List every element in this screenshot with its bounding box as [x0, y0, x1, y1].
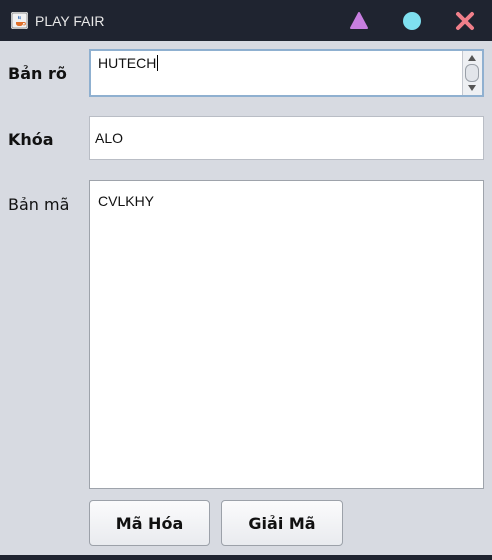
minimize-button[interactable]: [348, 10, 370, 32]
window-bottom-border: [0, 555, 492, 560]
scroll-down-arrow-icon[interactable]: [468, 85, 476, 91]
key-value: ALO: [95, 130, 124, 146]
ciphertext-value: CVLKHY: [98, 193, 155, 209]
ciphertext-label: Bản mã: [8, 195, 70, 214]
close-button[interactable]: [454, 10, 476, 32]
title-bar: PLAY FAIR: [0, 0, 492, 41]
scroll-up-arrow-icon[interactable]: [468, 55, 476, 61]
x-icon: [456, 12, 474, 30]
encrypt-button[interactable]: Mã Hóa: [89, 500, 210, 546]
triangle-icon: [350, 12, 368, 29]
decrypt-button[interactable]: Giải Mã: [221, 500, 343, 546]
text-caret: [157, 55, 159, 71]
key-label: Khóa: [8, 130, 54, 149]
key-input[interactable]: ALO: [89, 116, 484, 160]
plaintext-textarea[interactable]: HUTECH: [89, 49, 484, 97]
form-panel: Bản rõ HUTECH Khóa ALO Bản mã CVLKHY Mã …: [0, 41, 492, 555]
plaintext-scrollbar[interactable]: [462, 51, 482, 95]
maximize-button[interactable]: [401, 10, 423, 32]
plaintext-label: Bản rõ: [8, 64, 67, 83]
circle-icon: [403, 12, 421, 30]
plaintext-value: HUTECH: [98, 55, 159, 71]
app-window: PLAY FAIR Bản rõ HUTECH Khóa ALO Bản mã …: [0, 0, 492, 560]
encrypt-button-label: Mã Hóa: [115, 513, 184, 533]
decrypt-button-label: Giải Mã: [248, 513, 316, 533]
window-title: PLAY FAIR: [35, 13, 105, 29]
scrollbar-thumb[interactable]: [465, 64, 479, 82]
java-app-icon: [11, 12, 28, 29]
ciphertext-textarea[interactable]: CVLKHY: [89, 180, 484, 489]
